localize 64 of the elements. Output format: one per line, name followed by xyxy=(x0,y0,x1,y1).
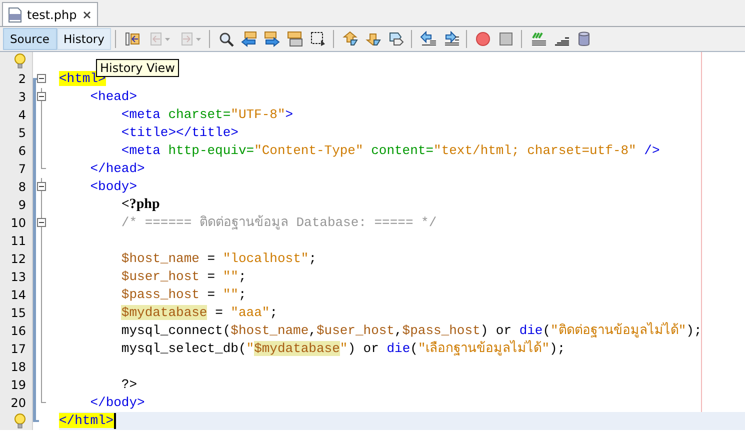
line-number: 14 xyxy=(10,287,26,304)
line-number: 8 xyxy=(18,179,26,196)
file-name: test.php xyxy=(27,8,77,22)
line-number: 17 xyxy=(10,341,26,358)
close-icon xyxy=(82,10,92,20)
line-number: 16 xyxy=(10,323,26,340)
file-tab[interactable]: test.php xyxy=(2,2,98,26)
line-number: 19 xyxy=(10,377,26,394)
line-number: 12 xyxy=(10,251,26,268)
tooltip: History View xyxy=(96,59,179,77)
line-number: 4 xyxy=(18,107,26,124)
php-file-icon xyxy=(8,6,22,22)
view-tab[interactable]: Source xyxy=(3,28,56,50)
code-line: $mydatabase = "aaa"; xyxy=(120,304,278,322)
view-tab[interactable]: History xyxy=(56,28,112,50)
code-line: $user_host = ""; xyxy=(120,268,248,286)
bookmark-toggle-icon xyxy=(388,31,404,47)
code-line: <meta http-equiv="Content-Type" content="text/html; charset=utf-8" /> xyxy=(120,142,661,160)
back-icon xyxy=(148,31,164,47)
code-line: <?php xyxy=(120,196,161,214)
forward-icon xyxy=(178,31,195,47)
fold-toggle[interactable] xyxy=(37,182,46,191)
bookmark-next-icon xyxy=(364,31,381,47)
caret-icon xyxy=(196,38,201,40)
code-line: ?> xyxy=(120,376,138,394)
line-number: 6 xyxy=(18,143,26,160)
line-number: 10 xyxy=(10,215,26,232)
code-line: <body> xyxy=(89,178,138,196)
line-number: 7 xyxy=(18,161,26,178)
fold-toggle[interactable] xyxy=(37,218,46,227)
rectangle-select-icon xyxy=(310,31,326,47)
code-line: /* ====== ติดต่อฐานข้อมูล Database: ===== */ xyxy=(120,214,438,232)
database-icon xyxy=(576,31,592,47)
highlight-icon xyxy=(286,31,303,47)
code-line: <title></title> xyxy=(120,124,240,142)
shift-left-icon xyxy=(420,31,436,47)
line-number: 18 xyxy=(10,359,26,376)
text-cursor xyxy=(114,412,116,429)
line-number: 5 xyxy=(18,125,26,142)
bookmark-previous-icon xyxy=(342,31,358,47)
line-number: 3 xyxy=(18,89,26,106)
code-line: mysql_connect($host_name,$user_host,$pass_host) or die("ติดต่อฐานข้อมูลไม่ได้"); xyxy=(120,322,703,340)
find-next-icon xyxy=(264,31,280,47)
line-number: 11 xyxy=(10,233,26,250)
stop-icon xyxy=(498,31,514,47)
record-icon xyxy=(474,31,491,47)
caret-icon xyxy=(164,38,170,40)
comment-icon xyxy=(530,31,546,47)
line-number: 15 xyxy=(10,305,26,322)
code-line: <head> xyxy=(89,88,138,106)
search-icon xyxy=(218,31,234,47)
find-previous-icon xyxy=(240,31,257,47)
line-number: 9 xyxy=(18,197,26,214)
code-line: $host_name = "localhost"; xyxy=(120,250,318,268)
line-number: 13 xyxy=(10,269,26,286)
code-line: $pass_host = ""; xyxy=(120,286,248,304)
code-line: mysql_select_db("$mydatabase") or die("เลือกฐานข้อมูลไม่ได้"); xyxy=(120,340,566,358)
code-line: </body> xyxy=(89,394,146,412)
last-edit-icon xyxy=(124,31,140,47)
shift-right-icon xyxy=(442,31,459,47)
code-line: <meta charset="UTF-8"> xyxy=(120,106,294,124)
line-number: 20 xyxy=(10,395,26,412)
line-number: 2 xyxy=(18,71,26,88)
code-line: </head> xyxy=(89,160,146,178)
